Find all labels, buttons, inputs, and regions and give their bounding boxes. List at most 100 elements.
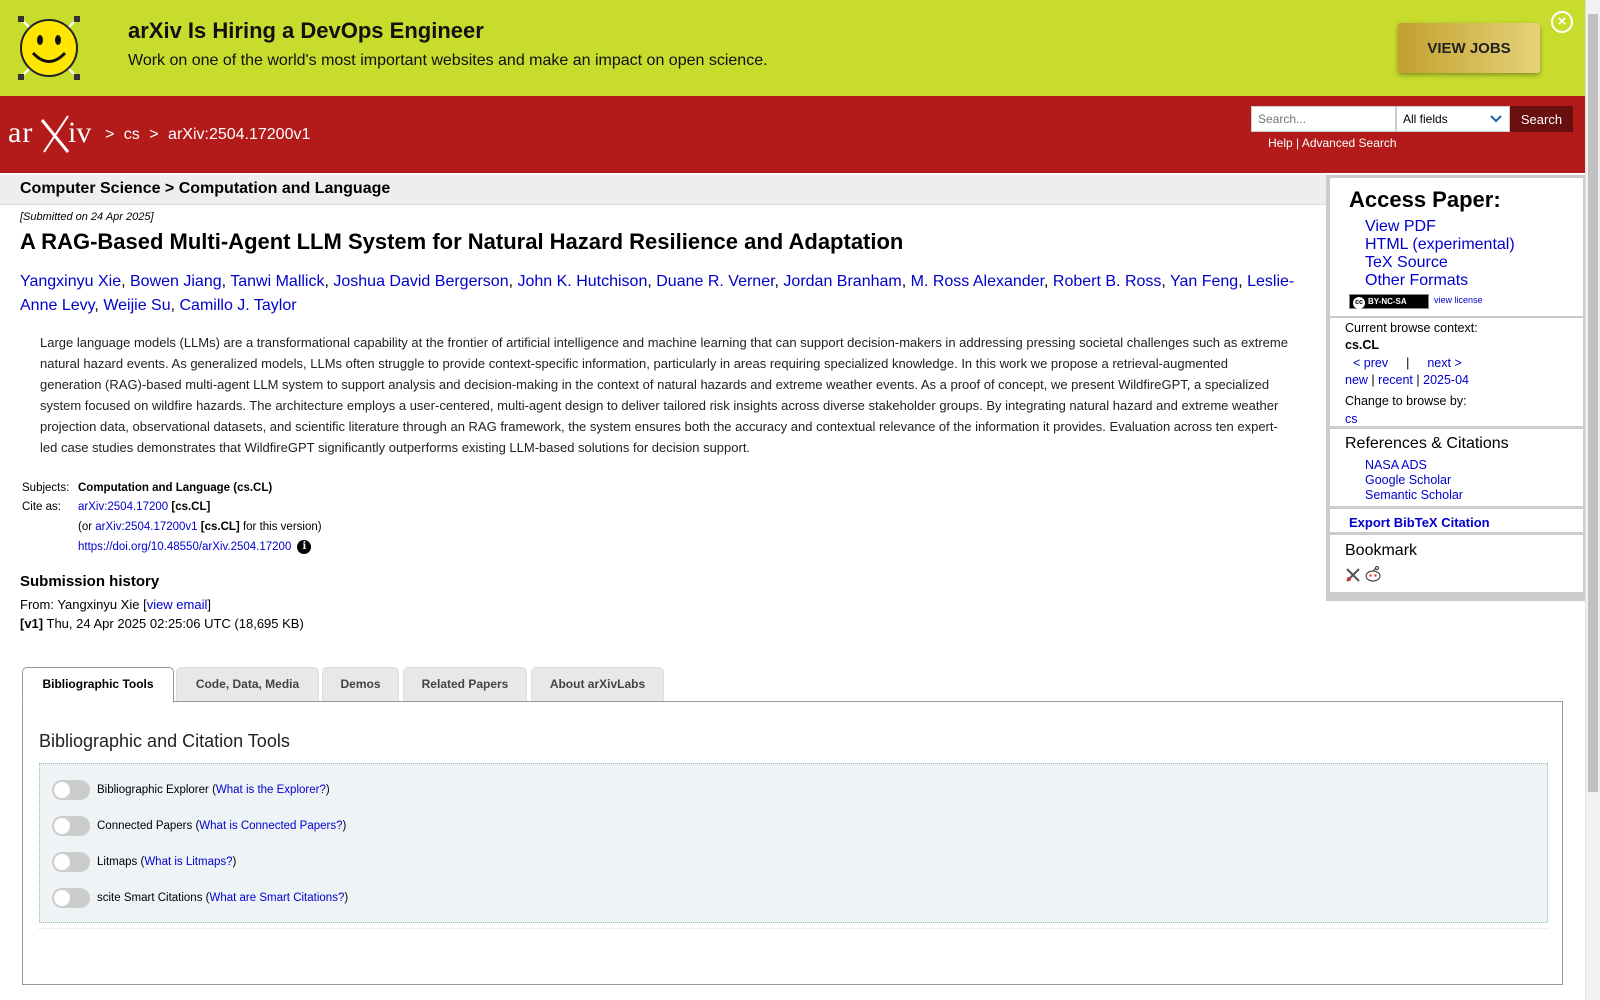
authors-list: Yangxinyu Xie, Bowen Jiang, Tanwi Mallic…	[20, 270, 1320, 318]
cite-category: [cs.CL]	[171, 501, 211, 513]
submitter-line: From: Yangxinyu Xie [view email]	[20, 597, 211, 612]
semantic-scholar-link[interactable]: Semantic Scholar	[1365, 488, 1463, 503]
author-separator: ,	[121, 273, 130, 290]
divider	[39, 928, 1548, 929]
export-bibtex-link[interactable]: Export BibTeX Citation	[1349, 515, 1490, 530]
tool-help-link[interactable]: What is Connected Papers?	[199, 820, 342, 832]
tool-help-link[interactable]: What is the Explorer?	[216, 784, 326, 796]
tool-name: scite Smart Citations	[97, 892, 203, 904]
tab-panel: Bibliographic and Citation Tools Bibliog…	[22, 701, 1563, 985]
browse-cs-link[interactable]: cs	[1345, 412, 1358, 426]
view-license-link[interactable]: view license	[1434, 295, 1483, 305]
breadcrumb-cs[interactable]: cs	[124, 126, 140, 143]
author-separator: ,	[94, 297, 104, 314]
submitted-date: [Submitted on 24 Apr 2025]	[20, 211, 154, 223]
submission-history-heading: Submission history	[20, 573, 160, 590]
separator: |	[1416, 373, 1420, 387]
tab-code-data-media[interactable]: Code, Data, Media	[176, 667, 319, 702]
subjects-value: Computation and Language (cs.CL)	[78, 482, 273, 494]
author-link[interactable]: John K. Hutchison	[517, 273, 647, 290]
nasa-ads-link[interactable]: NASA ADS	[1365, 458, 1463, 473]
search-input[interactable]	[1251, 106, 1396, 132]
author-link[interactable]: Jordan Branham	[783, 273, 901, 290]
browse-context-box: Current browse context: cs.CL < prev | nex…	[1330, 318, 1583, 426]
author-link[interactable]: Duane R. Verner	[656, 273, 774, 290]
separator: |	[1406, 356, 1410, 370]
from-suffix: ]	[207, 597, 211, 612]
html-link[interactable]: HTML (experimental)	[1365, 236, 1515, 254]
breadcrumb: > cs > arXiv:2504.17200v1	[105, 126, 315, 144]
scite-smart-citations-toggle[interactable]	[52, 888, 90, 908]
bibliographic-explorer-toggle[interactable]	[52, 780, 90, 800]
separator: |	[1371, 373, 1375, 387]
bibsonomy-icon[interactable]	[1345, 567, 1361, 583]
author-link[interactable]: Yan Feng	[1170, 273, 1238, 290]
month-link[interactable]: 2025-04	[1423, 373, 1469, 387]
view-email-link[interactable]: view email	[147, 597, 208, 612]
bibtex-box: Export BibTeX Citation	[1330, 509, 1583, 532]
advanced-search-link[interactable]: Advanced Search	[1302, 136, 1397, 150]
access-paper-box: Access Paper: View PDF HTML (experimenta…	[1330, 178, 1583, 316]
tool-help-link[interactable]: What are Smart Citations?	[209, 892, 344, 904]
site-header: ar iv > cs > arXiv:2504.17200v1 All fiel…	[0, 96, 1585, 173]
connected-papers-toggle[interactable]	[52, 816, 90, 836]
prev-link[interactable]: < prev	[1353, 356, 1388, 370]
tab-about-arxivlabs[interactable]: About arXivLabs	[531, 667, 664, 702]
next-link[interactable]: next >	[1427, 356, 1461, 370]
cite-label: Cite as:	[22, 501, 61, 513]
author-separator: ,	[170, 297, 180, 314]
category-bar: Computer Science > Computation and Langu…	[0, 175, 1327, 205]
page-scrollbar[interactable]	[1585, 0, 1600, 1000]
new-link[interactable]: new	[1345, 373, 1368, 387]
author-link[interactable]: Tanwi Mallick	[230, 273, 324, 290]
access-paper-heading: Access Paper:	[1349, 187, 1501, 212]
tool-name: Litmaps	[97, 856, 138, 868]
author-separator: ,	[901, 273, 911, 290]
cite-version-link[interactable]: arXiv:2504.17200v1	[95, 521, 197, 533]
search-links: Help | Advanced Search	[1268, 136, 1397, 150]
view-pdf-link[interactable]: View PDF	[1365, 218, 1515, 236]
author-separator: ,	[221, 273, 231, 290]
author-link[interactable]: Joshua David Bergerson	[333, 273, 508, 290]
search-field-value: All fields	[1403, 112, 1448, 126]
tab-demos[interactable]: Demos	[322, 667, 399, 702]
version-label[interactable]: [v1]	[20, 616, 43, 631]
author-link[interactable]: Bowen Jiang	[130, 273, 222, 290]
author-link[interactable]: Yangxinyu Xie	[20, 273, 121, 290]
tab-bibliographic-tools[interactable]: Bibliographic Tools	[22, 667, 174, 703]
recent-link[interactable]: recent	[1378, 373, 1413, 387]
google-scholar-link[interactable]: Google Scholar	[1365, 473, 1463, 488]
tool-help-link[interactable]: What is Litmaps?	[144, 856, 232, 868]
cite-id-link[interactable]: arXiv:2504.17200	[78, 501, 168, 513]
cc-license-badge[interactable]: cc BY-NC-SA	[1349, 294, 1429, 309]
author-link[interactable]: Weijie Su	[103, 297, 170, 314]
cite-or: (or	[78, 521, 93, 533]
license-text: BY-NC-SA	[1368, 297, 1407, 306]
doi-link[interactable]: https://doi.org/10.48550/arXiv.2504.1720…	[78, 541, 291, 553]
help-link[interactable]: Help	[1268, 136, 1293, 150]
author-link[interactable]: Camillo J. Taylor	[180, 297, 297, 314]
arxiv-logo[interactable]: ar iv	[8, 112, 100, 156]
other-formats-link[interactable]: Other Formats	[1365, 272, 1515, 290]
tools-box: Bibliographic Explorer (What is the Expl…	[39, 763, 1548, 923]
author-link[interactable]: M. Ross Alexander	[911, 273, 1044, 290]
view-jobs-button[interactable]: VIEW JOBS	[1398, 23, 1540, 73]
search-button[interactable]: Search	[1510, 106, 1573, 132]
tab-related-papers[interactable]: Related Papers	[403, 667, 527, 702]
breadcrumb-paper-id: arXiv:2504.17200v1	[168, 126, 311, 143]
reddit-icon[interactable]	[1364, 565, 1382, 583]
info-icon[interactable]: i	[297, 540, 312, 554]
author-link[interactable]: Robert B. Ross	[1053, 273, 1161, 290]
abstract: Large language models (LLMs) are a trans…	[40, 335, 1288, 455]
svg-text:ar: ar	[8, 116, 33, 149]
banner-subtitle: Work on one of the world's most importan…	[128, 52, 768, 69]
tex-source-link[interactable]: TeX Source	[1365, 254, 1515, 272]
scrollbar-thumb[interactable]	[1588, 14, 1598, 792]
access-links: View PDF HTML (experimental) TeX Source …	[1365, 218, 1515, 290]
bookmark-heading: Bookmark	[1345, 542, 1418, 559]
breadcrumb-sep: >	[105, 126, 115, 143]
litmaps-toggle[interactable]	[52, 852, 90, 872]
search-field-select[interactable]: All fields	[1396, 106, 1510, 132]
close-banner-icon[interactable]: ×	[1551, 11, 1573, 33]
browse-context: Current browse context: cs.CL < prev | nex…	[1345, 320, 1478, 428]
